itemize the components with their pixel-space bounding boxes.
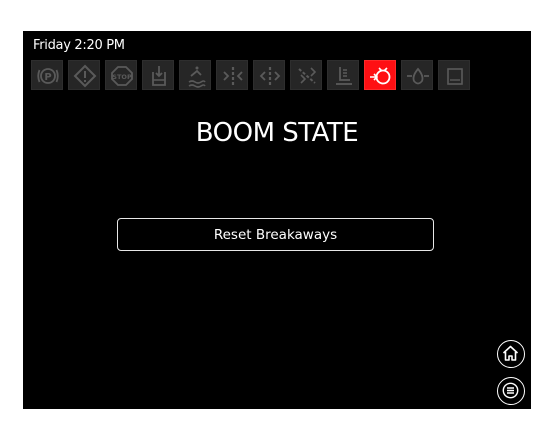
display-icon (447, 68, 463, 85)
telltale-bar: P STOP (31, 60, 521, 90)
svg-text:P: P (44, 72, 51, 83)
telltale-boom-unfold (253, 60, 285, 90)
telltale-boom-breakaway (364, 60, 396, 90)
boom-height-icon (336, 67, 352, 85)
telltale-tank-fill (142, 60, 174, 90)
telltale-parking-brake: P (31, 60, 63, 90)
rinse-tank-icon (188, 66, 206, 88)
telltale-boom-fold (216, 60, 248, 90)
menu-icon (502, 382, 519, 399)
page-title: BOOM STATE (195, 118, 359, 148)
parking-brake-icon: P (37, 68, 59, 84)
warning-icon (73, 64, 97, 88)
telltale-pump (401, 60, 433, 90)
display-screen: Friday 2:20 PM P STOP BOOM STATE Reset B… (23, 31, 531, 409)
svg-text:STOP: STOP (112, 73, 132, 81)
home-icon (502, 345, 519, 361)
telltale-boom-height (327, 60, 359, 90)
boom-unfold-icon (259, 67, 281, 85)
boom-tilt-icon (298, 67, 317, 84)
stop-icon: STOP (111, 66, 133, 86)
telltale-boom-tilt (290, 60, 322, 90)
telltale-rinse-tank (179, 60, 211, 90)
reset-breakaways-button[interactable]: Reset Breakaways (117, 218, 434, 251)
boom-fold-icon (223, 67, 243, 85)
status-datetime: Friday 2:20 PM (33, 38, 125, 53)
tank-fill-icon (152, 66, 166, 86)
telltale-stop: STOP (105, 60, 137, 90)
menu-button[interactable] (497, 377, 525, 405)
telltale-display (438, 60, 470, 90)
boom-breakaway-icon (370, 67, 391, 85)
pump-icon (407, 67, 429, 85)
home-button[interactable] (497, 340, 525, 368)
telltale-warning (68, 60, 100, 90)
